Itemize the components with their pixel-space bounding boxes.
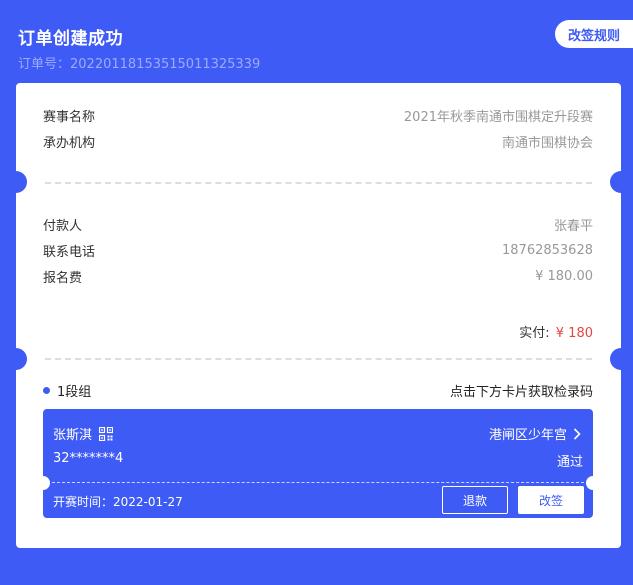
ticket-notch-left xyxy=(36,476,50,490)
phone-label: 联系电话 xyxy=(43,244,96,260)
page-title: 订单创建成功 xyxy=(18,29,123,49)
card-notch-right xyxy=(610,171,632,193)
card-notch-left xyxy=(5,348,27,370)
qr-code-icon[interactable] xyxy=(99,426,114,441)
group-name: 1段组 xyxy=(43,381,91,400)
rule-button[interactable]: 改签规则 xyxy=(555,20,633,48)
fee-value: ¥ 180.00 xyxy=(535,268,593,284)
phone-value: 18762853628 xyxy=(502,242,593,258)
card-notch-left xyxy=(5,171,27,193)
venue-name: 港闸区少年宫 xyxy=(488,428,567,443)
payer-label: 付款人 xyxy=(43,218,83,234)
ticket-divider xyxy=(52,482,584,483)
player-name: 张斯淇 xyxy=(53,428,93,443)
paid-amount: ¥ 180 xyxy=(555,326,593,341)
card-divider xyxy=(45,182,592,184)
paid-label: 实付: xyxy=(519,326,550,341)
event-name-value: 2021年秋季南通市围棋定升段赛 xyxy=(403,109,593,125)
group-label: 1段组 xyxy=(57,384,92,400)
order-card: 赛事名称 2021年秋季南通市围棋定升段赛 承办机构 南通市围棋协会 付款人 张… xyxy=(5,83,632,548)
change-button[interactable]: 改签 xyxy=(518,486,584,514)
player-card[interactable]: 张斯淇 港闸区少年宫 32*******4 通过 开赛时间：2022-01-27… xyxy=(36,409,600,518)
refund-button[interactable]: 退款 xyxy=(442,486,508,514)
payer-row: 付款人 张春平 xyxy=(43,215,593,234)
group-row: 1段组 点击下方卡片获取检录码 xyxy=(43,381,593,400)
organizer-value: 南通市围棋协会 xyxy=(501,135,593,151)
organizer-label: 承办机构 xyxy=(43,135,96,151)
bullet-dot-icon xyxy=(43,386,50,394)
review-status: 通过 xyxy=(556,455,583,470)
player-id: 32*******4 xyxy=(53,451,124,466)
event-name-label: 赛事名称 xyxy=(43,109,96,125)
chevron-right-icon xyxy=(573,427,581,440)
organizer-row: 承办机构 南通市围棋协会 xyxy=(43,132,593,151)
start-time: 开赛时间：2022-01-27 xyxy=(53,495,183,509)
fee-label: 报名费 xyxy=(43,270,83,286)
phone-row: 联系电话 18762853628 xyxy=(43,241,593,260)
venue-link[interactable]: 港闸区少年宫 xyxy=(489,424,581,443)
card-divider xyxy=(45,358,592,360)
player-name-block: 张斯淇 xyxy=(53,424,114,443)
ticket-notch-right xyxy=(586,476,600,490)
order-number: 订单号：20220118153515011325339 xyxy=(18,57,261,72)
payer-value: 张春平 xyxy=(553,218,593,234)
card-notch-right xyxy=(610,348,632,370)
paid-total: 实付: ¥ 180 xyxy=(519,322,593,341)
event-name-row: 赛事名称 2021年秋季南通市围棋定升段赛 xyxy=(43,106,593,125)
checkin-hint: 点击下方卡片获取检录码 xyxy=(449,384,593,400)
fee-row: 报名费 ¥ 180.00 xyxy=(43,267,593,286)
